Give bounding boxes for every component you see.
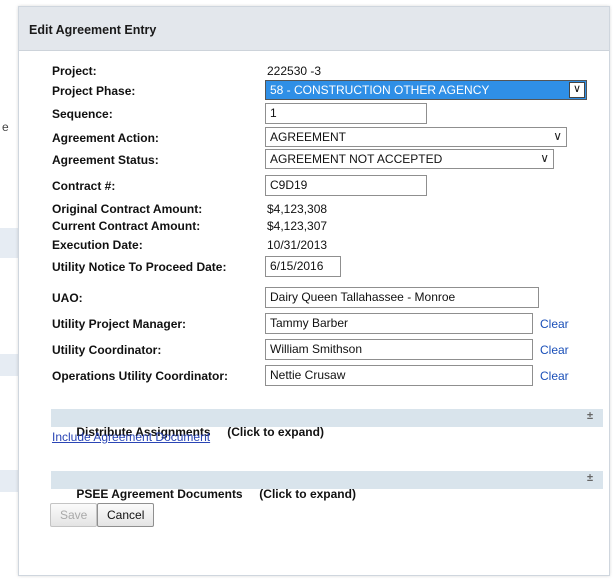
save-button[interactable]: Save bbox=[50, 503, 98, 527]
background-stripe bbox=[0, 470, 18, 492]
agreement-action-label: Agreement Action: bbox=[52, 131, 159, 145]
project-phase-select[interactable]: 58 - CONSTRUCTION OTHER AGENCY ∨ bbox=[265, 80, 587, 100]
dialog-title: Edit Agreement Entry bbox=[19, 7, 609, 51]
ntp-date-input[interactable]: 6/15/2016 bbox=[265, 256, 341, 277]
edit-agreement-dialog: Edit Agreement Entry Project: 222530 -3 … bbox=[18, 6, 610, 576]
background-stripe bbox=[0, 354, 18, 376]
contract-number-input[interactable]: C9D19 bbox=[265, 175, 427, 196]
ntp-date-label: Utility Notice To Proceed Date: bbox=[52, 260, 227, 274]
background-stripe bbox=[0, 228, 18, 258]
execution-date-label: Execution Date: bbox=[52, 238, 143, 252]
distribute-assignments-section[interactable]: Distribute Assignments (Click to expand)… bbox=[51, 409, 603, 439]
project-phase-value: 58 - CONSTRUCTION OTHER AGENCY bbox=[270, 83, 490, 97]
project-label: Project: bbox=[52, 64, 97, 78]
psee-agreement-documents-section[interactable]: PSEE Agreement Documents (Click to expan… bbox=[51, 471, 603, 501]
background-text: e bbox=[2, 120, 9, 134]
ops-utility-coordinator-label: Operations Utility Coordinator: bbox=[52, 369, 229, 383]
agreement-status-label: Agreement Status: bbox=[52, 153, 159, 167]
utility-coordinator-label: Utility Coordinator: bbox=[52, 343, 162, 357]
utility-pm-input[interactable]: Tammy Barber bbox=[265, 313, 533, 334]
include-agreement-document-link[interactable]: Include Agreement Document bbox=[52, 430, 210, 444]
chevron-down-icon: ∨ bbox=[553, 129, 562, 143]
expand-icon[interactable]: ± bbox=[587, 472, 593, 484]
clear-ops-coordinator-link[interactable]: Clear bbox=[540, 369, 569, 383]
original-amount-label: Original Contract Amount: bbox=[52, 202, 203, 216]
project-value: 222530 -3 bbox=[267, 64, 322, 78]
uao-input[interactable]: Dairy Queen Tallahassee - Monroe bbox=[265, 287, 539, 308]
agreement-action-value: AGREEMENT bbox=[270, 130, 347, 144]
contract-number-label: Contract #: bbox=[52, 179, 116, 193]
uao-label: UAO: bbox=[52, 291, 83, 305]
sequence-input[interactable]: 1 bbox=[265, 103, 427, 124]
ops-utility-coordinator-input[interactable]: Nettie Crusaw bbox=[265, 365, 533, 386]
expand-icon[interactable]: ± bbox=[587, 410, 593, 422]
psee-agreement-documents-title: PSEE Agreement Documents (Click to expan… bbox=[76, 487, 356, 501]
current-amount-label: Current Contract Amount: bbox=[52, 219, 201, 233]
chevron-down-icon: ∨ bbox=[569, 82, 585, 98]
utility-coordinator-input[interactable]: William Smithson bbox=[265, 339, 533, 360]
execution-date-value: 10/31/2013 bbox=[267, 238, 328, 252]
project-phase-label: Project Phase: bbox=[52, 84, 136, 98]
agreement-action-select[interactable]: AGREEMENT ∨ bbox=[265, 127, 567, 147]
agreement-status-value: AGREEMENT NOT ACCEPTED bbox=[270, 152, 443, 166]
original-amount-value: $4,123,308 bbox=[267, 202, 328, 216]
current-amount-value: $4,123,307 bbox=[267, 219, 328, 233]
agreement-status-select[interactable]: AGREEMENT NOT ACCEPTED ∨ bbox=[265, 149, 554, 169]
utility-pm-label: Utility Project Manager: bbox=[52, 317, 187, 331]
clear-utility-coordinator-link[interactable]: Clear bbox=[540, 343, 569, 357]
chevron-down-icon: ∨ bbox=[540, 151, 549, 165]
clear-utility-pm-link[interactable]: Clear bbox=[540, 317, 569, 331]
sequence-label: Sequence: bbox=[52, 107, 113, 121]
cancel-button[interactable]: Cancel bbox=[97, 503, 155, 527]
